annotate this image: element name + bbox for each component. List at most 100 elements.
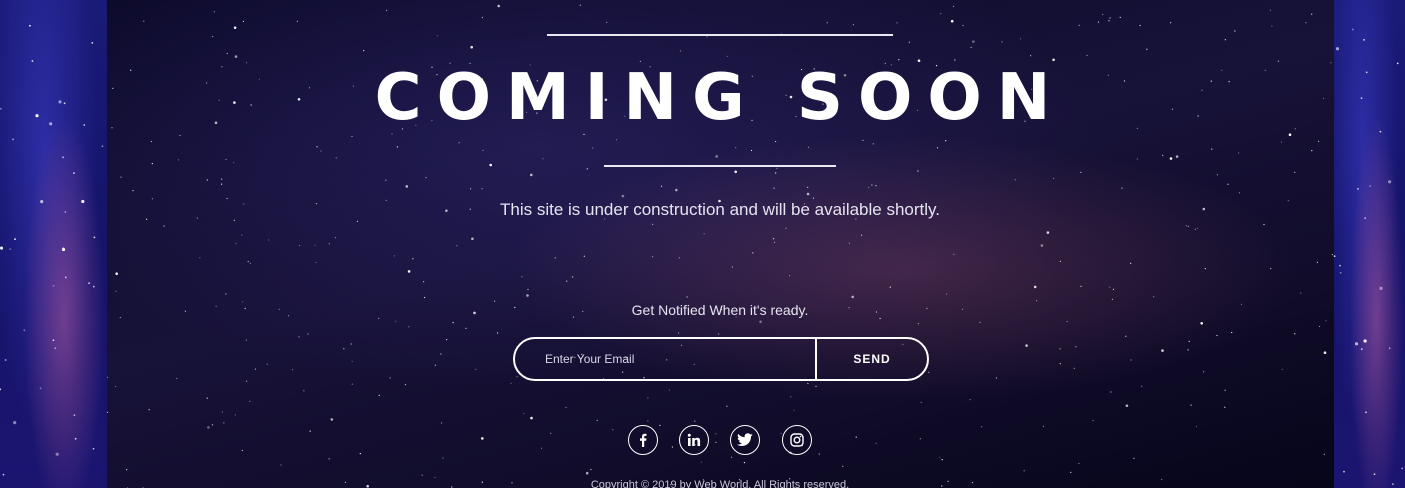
star — [351, 360, 353, 362]
star — [1109, 17, 1111, 19]
star — [621, 194, 625, 198]
star — [1059, 363, 1061, 365]
star — [715, 155, 718, 158]
star — [1351, 28, 1354, 31]
star — [150, 140, 152, 143]
instagram-icon — [790, 433, 804, 447]
star — [58, 100, 62, 104]
star — [652, 223, 654, 225]
email-input[interactable] — [515, 339, 815, 379]
star — [780, 432, 782, 434]
facebook-link[interactable] — [628, 425, 658, 455]
star — [1325, 320, 1327, 322]
star — [875, 185, 877, 187]
star — [1357, 188, 1359, 190]
star — [1316, 261, 1318, 263]
star — [151, 163, 153, 165]
star — [566, 280, 568, 282]
star — [315, 203, 318, 205]
star — [1221, 69, 1223, 71]
star — [583, 255, 585, 257]
star — [872, 143, 874, 145]
star — [434, 364, 436, 366]
title-top-divider — [547, 34, 893, 36]
linkedin-link[interactable] — [679, 425, 709, 455]
star — [1171, 108, 1174, 110]
star — [1333, 255, 1336, 258]
star — [233, 219, 235, 221]
copyright-text: Copyright © 2019 by Web World. All Right… — [590, 479, 850, 488]
star — [73, 414, 76, 416]
star — [542, 158, 544, 160]
star — [678, 257, 681, 259]
notify-form: SEND — [513, 337, 929, 381]
star — [206, 179, 208, 181]
star — [292, 369, 294, 371]
star — [1210, 80, 1212, 82]
star — [385, 179, 387, 181]
star — [1161, 349, 1164, 352]
star — [572, 276, 574, 278]
send-button[interactable]: SEND — [815, 339, 927, 379]
star — [143, 20, 145, 22]
star — [579, 4, 581, 6]
star — [1053, 177, 1055, 179]
star — [287, 315, 290, 317]
star — [74, 437, 77, 440]
star — [565, 406, 567, 409]
star — [1188, 340, 1190, 342]
star — [917, 323, 920, 325]
star — [344, 481, 347, 483]
star — [54, 347, 57, 350]
star — [475, 368, 477, 370]
star — [1170, 22, 1172, 24]
star — [659, 424, 661, 426]
star — [245, 339, 247, 341]
instagram-link[interactable] — [782, 425, 812, 455]
star — [596, 419, 598, 421]
twitter-link[interactable] — [730, 425, 760, 455]
star — [225, 158, 227, 161]
star — [221, 66, 223, 68]
star — [1300, 292, 1302, 294]
star — [1270, 268, 1272, 270]
star — [151, 198, 153, 200]
star — [842, 465, 844, 467]
star — [126, 469, 128, 471]
coming-soon-page: COMING SOON This site is under construct… — [0, 0, 1405, 488]
star — [660, 185, 663, 187]
star — [52, 339, 55, 342]
star — [1111, 298, 1113, 300]
star — [1363, 339, 1367, 343]
star — [320, 150, 322, 152]
star — [1318, 140, 1320, 142]
star — [440, 422, 443, 424]
star — [359, 453, 361, 455]
star — [936, 147, 939, 149]
star — [242, 301, 244, 303]
star — [385, 199, 387, 201]
star — [1195, 425, 1198, 427]
star — [1059, 348, 1061, 350]
star — [442, 457, 444, 459]
star — [196, 217, 198, 219]
star — [497, 4, 501, 8]
star — [303, 390, 305, 392]
star — [389, 377, 391, 379]
star — [1323, 97, 1325, 99]
star — [1373, 473, 1376, 476]
star — [396, 146, 398, 148]
star — [1323, 453, 1325, 455]
star — [772, 238, 775, 240]
star — [1112, 288, 1115, 290]
star — [0, 388, 2, 391]
star — [773, 241, 776, 243]
star — [207, 426, 210, 429]
star — [1141, 385, 1143, 387]
star — [452, 322, 454, 324]
star — [328, 243, 330, 245]
star — [1109, 286, 1111, 288]
star — [184, 310, 186, 312]
star — [807, 186, 809, 188]
star — [235, 242, 237, 245]
